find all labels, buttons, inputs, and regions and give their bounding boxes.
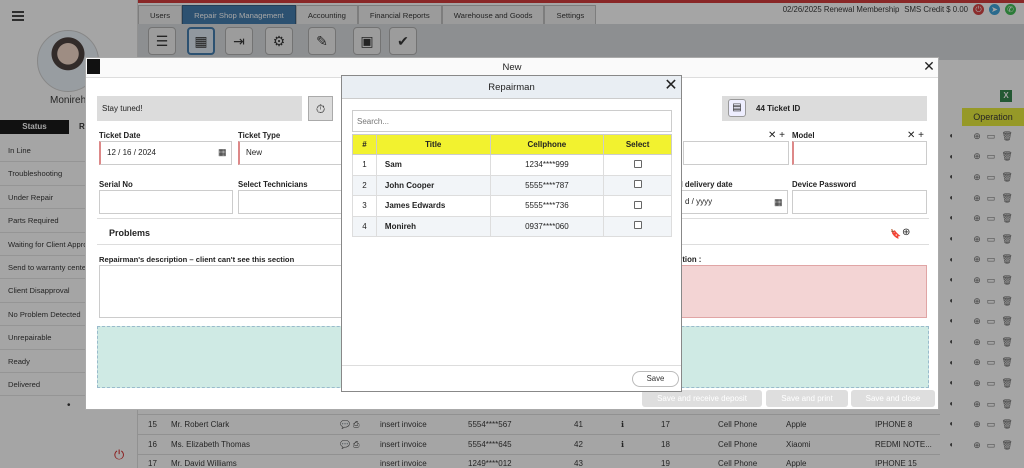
- repairman-desc-label: Repairman's description – client can't s…: [99, 255, 295, 264]
- row-cellphone: 0937****060: [489, 215, 605, 237]
- row-cellphone: 5555****787: [489, 174, 605, 196]
- repairman-desc-input[interactable]: [99, 265, 345, 318]
- timer-icon[interactable]: ⏱: [308, 96, 333, 121]
- save-close-button[interactable]: Save and close: [851, 390, 935, 407]
- select-checkbox[interactable]: [633, 159, 642, 168]
- technicians-label: Select Technicians: [238, 180, 308, 189]
- ticket-date-field[interactable]: 12 / 16 / 2024: [99, 141, 232, 165]
- row-cellphone: 5555****736: [489, 195, 605, 217]
- serial-label: Serial No: [99, 180, 133, 189]
- table-header-row: # Title Cellphone Select: [352, 134, 672, 155]
- empty-field[interactable]: [683, 141, 789, 165]
- client-desc-input[interactable]: [678, 265, 927, 318]
- column-header: #: [352, 134, 377, 155]
- select-checkbox[interactable]: [633, 180, 642, 189]
- table-row[interactable]: 3 James Edwards 5555****736: [352, 195, 672, 217]
- calendar-icon[interactable]: ▦: [218, 147, 227, 158]
- close-icon[interactable]: ✕: [922, 58, 936, 74]
- drag-handle[interactable]: [87, 59, 100, 74]
- row-number: 1: [352, 154, 377, 176]
- stay-tuned-banner: Stay tuned!: [97, 96, 302, 121]
- repairman-modal-title: Repairman: [342, 76, 681, 99]
- delivery-date-label: d delivery date: [678, 180, 733, 189]
- technicians-select[interactable]: [238, 190, 343, 214]
- password-field[interactable]: [792, 190, 927, 214]
- repairman-modal: Repairman ✕ # Title Cellphone Select 1 S…: [341, 75, 682, 392]
- close-icon[interactable]: ✕: [664, 77, 678, 95]
- password-label: Device Password: [792, 180, 857, 189]
- column-header: Title: [375, 134, 491, 155]
- repairman-footer: Save: [342, 365, 681, 391]
- bookmark-icon[interactable]: 🔖: [890, 229, 901, 240]
- row-title: Monireh: [375, 215, 491, 237]
- save-deposit-button[interactable]: Save and receive deposit: [642, 390, 762, 407]
- clear-add-icon[interactable]: ✕ +: [907, 130, 924, 141]
- clear-add-icon[interactable]: ✕ +: [768, 130, 785, 141]
- ticket-type-label: Ticket Type: [238, 131, 281, 140]
- row-title: John Cooper: [375, 174, 491, 196]
- model-label: Model: [792, 131, 815, 140]
- ticket-id-badge: 44 Ticket ID: [722, 96, 927, 121]
- select-checkbox[interactable]: [633, 221, 642, 230]
- table-row[interactable]: 4 Monireh 0937****060: [352, 215, 672, 237]
- serial-field[interactable]: [99, 190, 233, 214]
- repairman-table: # Title Cellphone Select 1 Sam 1234****9…: [352, 134, 672, 237]
- ticket-type-select[interactable]: New: [238, 141, 343, 165]
- calendar-icon[interactable]: ▦: [774, 197, 783, 208]
- model-field[interactable]: [792, 141, 927, 165]
- row-number: 2: [352, 174, 377, 196]
- row-number: 3: [352, 195, 377, 217]
- row-number: 4: [352, 215, 377, 237]
- search-input[interactable]: [352, 110, 672, 132]
- table-row[interactable]: 2 John Cooper 5555****787: [352, 174, 672, 196]
- zoom-icon[interactable]: ⊕: [902, 227, 910, 238]
- row-cellphone: 1234****999: [489, 154, 605, 176]
- column-header: Select: [603, 134, 672, 155]
- delivery-date-field[interactable]: d / yyyy: [678, 190, 788, 214]
- table-row[interactable]: 1 Sam 1234****999: [352, 154, 672, 176]
- row-title: James Edwards: [375, 195, 491, 217]
- problems-heading: Problems: [109, 228, 151, 238]
- app-window: Monireh Status R In Line Troubleshooting…: [0, 0, 1024, 468]
- column-header: Cellphone: [489, 134, 605, 155]
- select-checkbox[interactable]: [633, 200, 642, 209]
- ticket-date-label: Ticket Date: [99, 131, 141, 140]
- save-button[interactable]: Save: [632, 371, 679, 387]
- save-print-button[interactable]: Save and print: [766, 390, 848, 407]
- row-title: Sam: [375, 154, 491, 176]
- ticket-id-icon: ▤: [728, 99, 746, 117]
